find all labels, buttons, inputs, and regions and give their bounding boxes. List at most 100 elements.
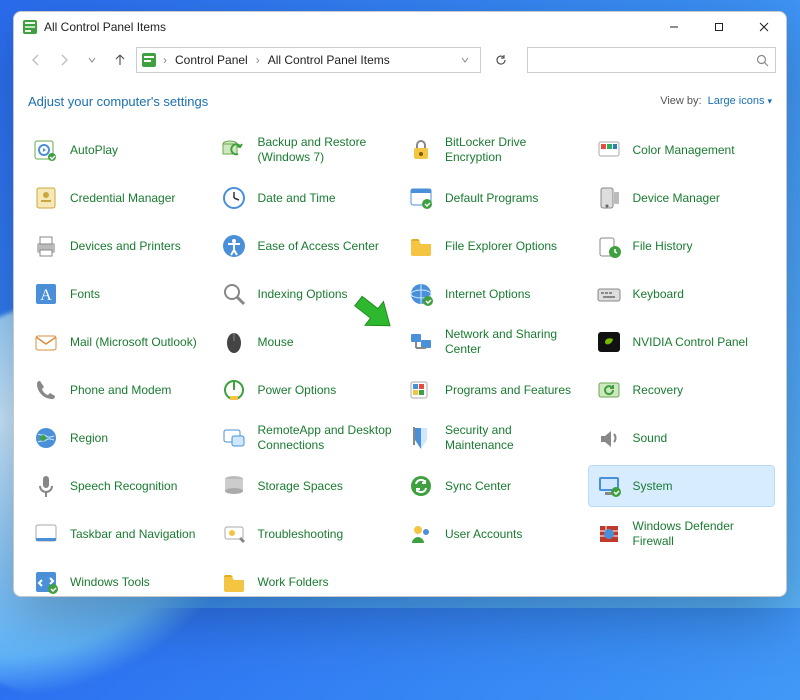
control-panel-icon (22, 19, 38, 35)
cp-item-datetime[interactable]: Date and Time (214, 178, 400, 218)
cp-item-mail[interactable]: Mail (Microsoft Outlook) (26, 322, 212, 362)
cp-item-label: Fonts (70, 287, 100, 302)
cp-item-default[interactable]: Default Programs (401, 178, 587, 218)
cp-item-label: BitLocker Drive Encryption (445, 135, 581, 165)
credential-icon (32, 184, 60, 212)
mail-icon (32, 328, 60, 356)
cp-item-label: NVIDIA Control Panel (633, 335, 748, 350)
cp-item-remoteapp[interactable]: RemoteApp and Desktop Connections (214, 418, 400, 458)
cp-item-label: File Explorer Options (445, 239, 557, 254)
default-icon (407, 184, 435, 212)
cp-item-credential[interactable]: Credential Manager (26, 178, 212, 218)
cp-item-sync[interactable]: Sync Center (401, 466, 587, 506)
cp-item-label: Region (70, 431, 108, 446)
cp-item-mouse[interactable]: Mouse (214, 322, 400, 362)
chevron-down-icon: ▾ (767, 96, 772, 107)
cp-item-network[interactable]: Network and Sharing Center (401, 322, 587, 362)
datetime-icon (220, 184, 248, 212)
cp-item-storage[interactable]: Storage Spaces (214, 466, 400, 506)
cp-item-indexing[interactable]: Indexing Options (214, 274, 400, 314)
cp-item-sound[interactable]: Sound (589, 418, 775, 458)
search-box[interactable] (527, 47, 776, 73)
cp-item-keyboard[interactable]: Keyboard (589, 274, 775, 314)
cp-item-label: User Accounts (445, 527, 522, 542)
cp-item-system[interactable]: System (589, 466, 775, 506)
internet-icon (407, 280, 435, 308)
cp-item-label: Mouse (258, 335, 294, 350)
cp-item-speech[interactable]: Speech Recognition (26, 466, 212, 506)
recovery-icon (595, 376, 623, 404)
history-icon (595, 232, 623, 260)
cp-item-device[interactable]: Device Manager (589, 178, 775, 218)
cp-item-tools[interactable]: Windows Tools (26, 562, 212, 596)
cp-item-programs[interactable]: Programs and Features (401, 370, 587, 410)
cp-item-color[interactable]: Color Management (589, 130, 775, 170)
system-icon (595, 472, 623, 500)
fonts-icon: A (32, 280, 60, 308)
search-input[interactable] (534, 53, 756, 67)
viewby-dropdown[interactable]: Large icons ▾ (708, 95, 772, 107)
cp-item-ease[interactable]: Ease of Access Center (214, 226, 400, 266)
printer-icon (32, 232, 60, 260)
cp-item-users[interactable]: User Accounts (401, 514, 587, 554)
cp-item-label: Date and Time (258, 191, 336, 206)
items-scroll-area[interactable]: AutoPlay Backup and Restore (Windows 7) Bi… (14, 124, 786, 596)
chevron-right-icon: › (161, 53, 169, 67)
close-button[interactable] (741, 12, 786, 42)
network-icon (407, 328, 435, 356)
cp-item-folder[interactable]: File Explorer Options (401, 226, 587, 266)
cp-item-phone[interactable]: Phone and Modem (26, 370, 212, 410)
cp-item-nvidia[interactable]: NVIDIA Control Panel (589, 322, 775, 362)
cp-item-printer[interactable]: Devices and Printers (26, 226, 212, 266)
cp-item-power[interactable]: Power Options (214, 370, 400, 410)
cp-item-backup[interactable]: Backup and Restore (Windows 7) (214, 130, 400, 170)
breadcrumb-current[interactable]: All Control Panel Items (266, 53, 392, 67)
cp-item-label: Sync Center (445, 479, 511, 494)
folder-icon (220, 568, 248, 596)
cp-item-label: Taskbar and Navigation (70, 527, 195, 542)
cp-item-label: Recovery (633, 383, 684, 398)
cp-item-label: Color Management (633, 143, 735, 158)
cp-item-region[interactable]: Region (26, 418, 212, 458)
cp-item-troubleshoot[interactable]: Troubleshooting (214, 514, 400, 554)
cp-item-recovery[interactable]: Recovery (589, 370, 775, 410)
cp-item-autoplay[interactable]: AutoPlay (26, 130, 212, 170)
address-bar[interactable]: › Control Panel › All Control Panel Item… (136, 47, 481, 73)
programs-icon (407, 376, 435, 404)
cp-item-label: Sound (633, 431, 668, 446)
refresh-button[interactable] (489, 48, 513, 72)
cp-item-fonts[interactable]: A Fonts (26, 274, 212, 314)
firewall-icon (595, 520, 623, 548)
back-button[interactable] (24, 48, 48, 72)
indexing-icon (220, 280, 248, 308)
cp-item-label: Windows Defender Firewall (633, 519, 769, 549)
svg-text:A: A (40, 287, 52, 304)
window-controls (651, 12, 786, 42)
sync-icon (407, 472, 435, 500)
troubleshoot-icon (220, 520, 248, 548)
cp-item-taskbar[interactable]: Taskbar and Navigation (26, 514, 212, 554)
cp-item-firewall[interactable]: Windows Defender Firewall (589, 514, 775, 554)
cp-item-folder[interactable]: Work Folders (214, 562, 400, 596)
breadcrumb-root[interactable]: Control Panel (173, 53, 250, 67)
forward-button[interactable] (52, 48, 76, 72)
cp-item-history[interactable]: File History (589, 226, 775, 266)
cp-item-label: Troubleshooting (258, 527, 344, 542)
cp-item-label: Mail (Microsoft Outlook) (70, 335, 197, 350)
cp-item-bitlocker[interactable]: BitLocker Drive Encryption (401, 130, 587, 170)
power-icon (220, 376, 248, 404)
titlebar: All Control Panel Items (14, 12, 786, 42)
address-dropdown-icon[interactable] (454, 55, 476, 65)
color-icon (595, 136, 623, 164)
maximize-button[interactable] (696, 12, 741, 42)
cp-item-label: Security and Maintenance (445, 423, 581, 453)
cp-item-internet[interactable]: Internet Options (401, 274, 587, 314)
recent-dropdown[interactable] (80, 48, 104, 72)
minimize-button[interactable] (651, 12, 696, 42)
up-button[interactable] (108, 48, 132, 72)
search-icon (756, 54, 769, 67)
cp-item-security[interactable]: Security and Maintenance (401, 418, 587, 458)
users-icon (407, 520, 435, 548)
cp-item-label: AutoPlay (70, 143, 118, 158)
adjust-settings-link[interactable]: Adjust your computer's settings (28, 94, 208, 109)
